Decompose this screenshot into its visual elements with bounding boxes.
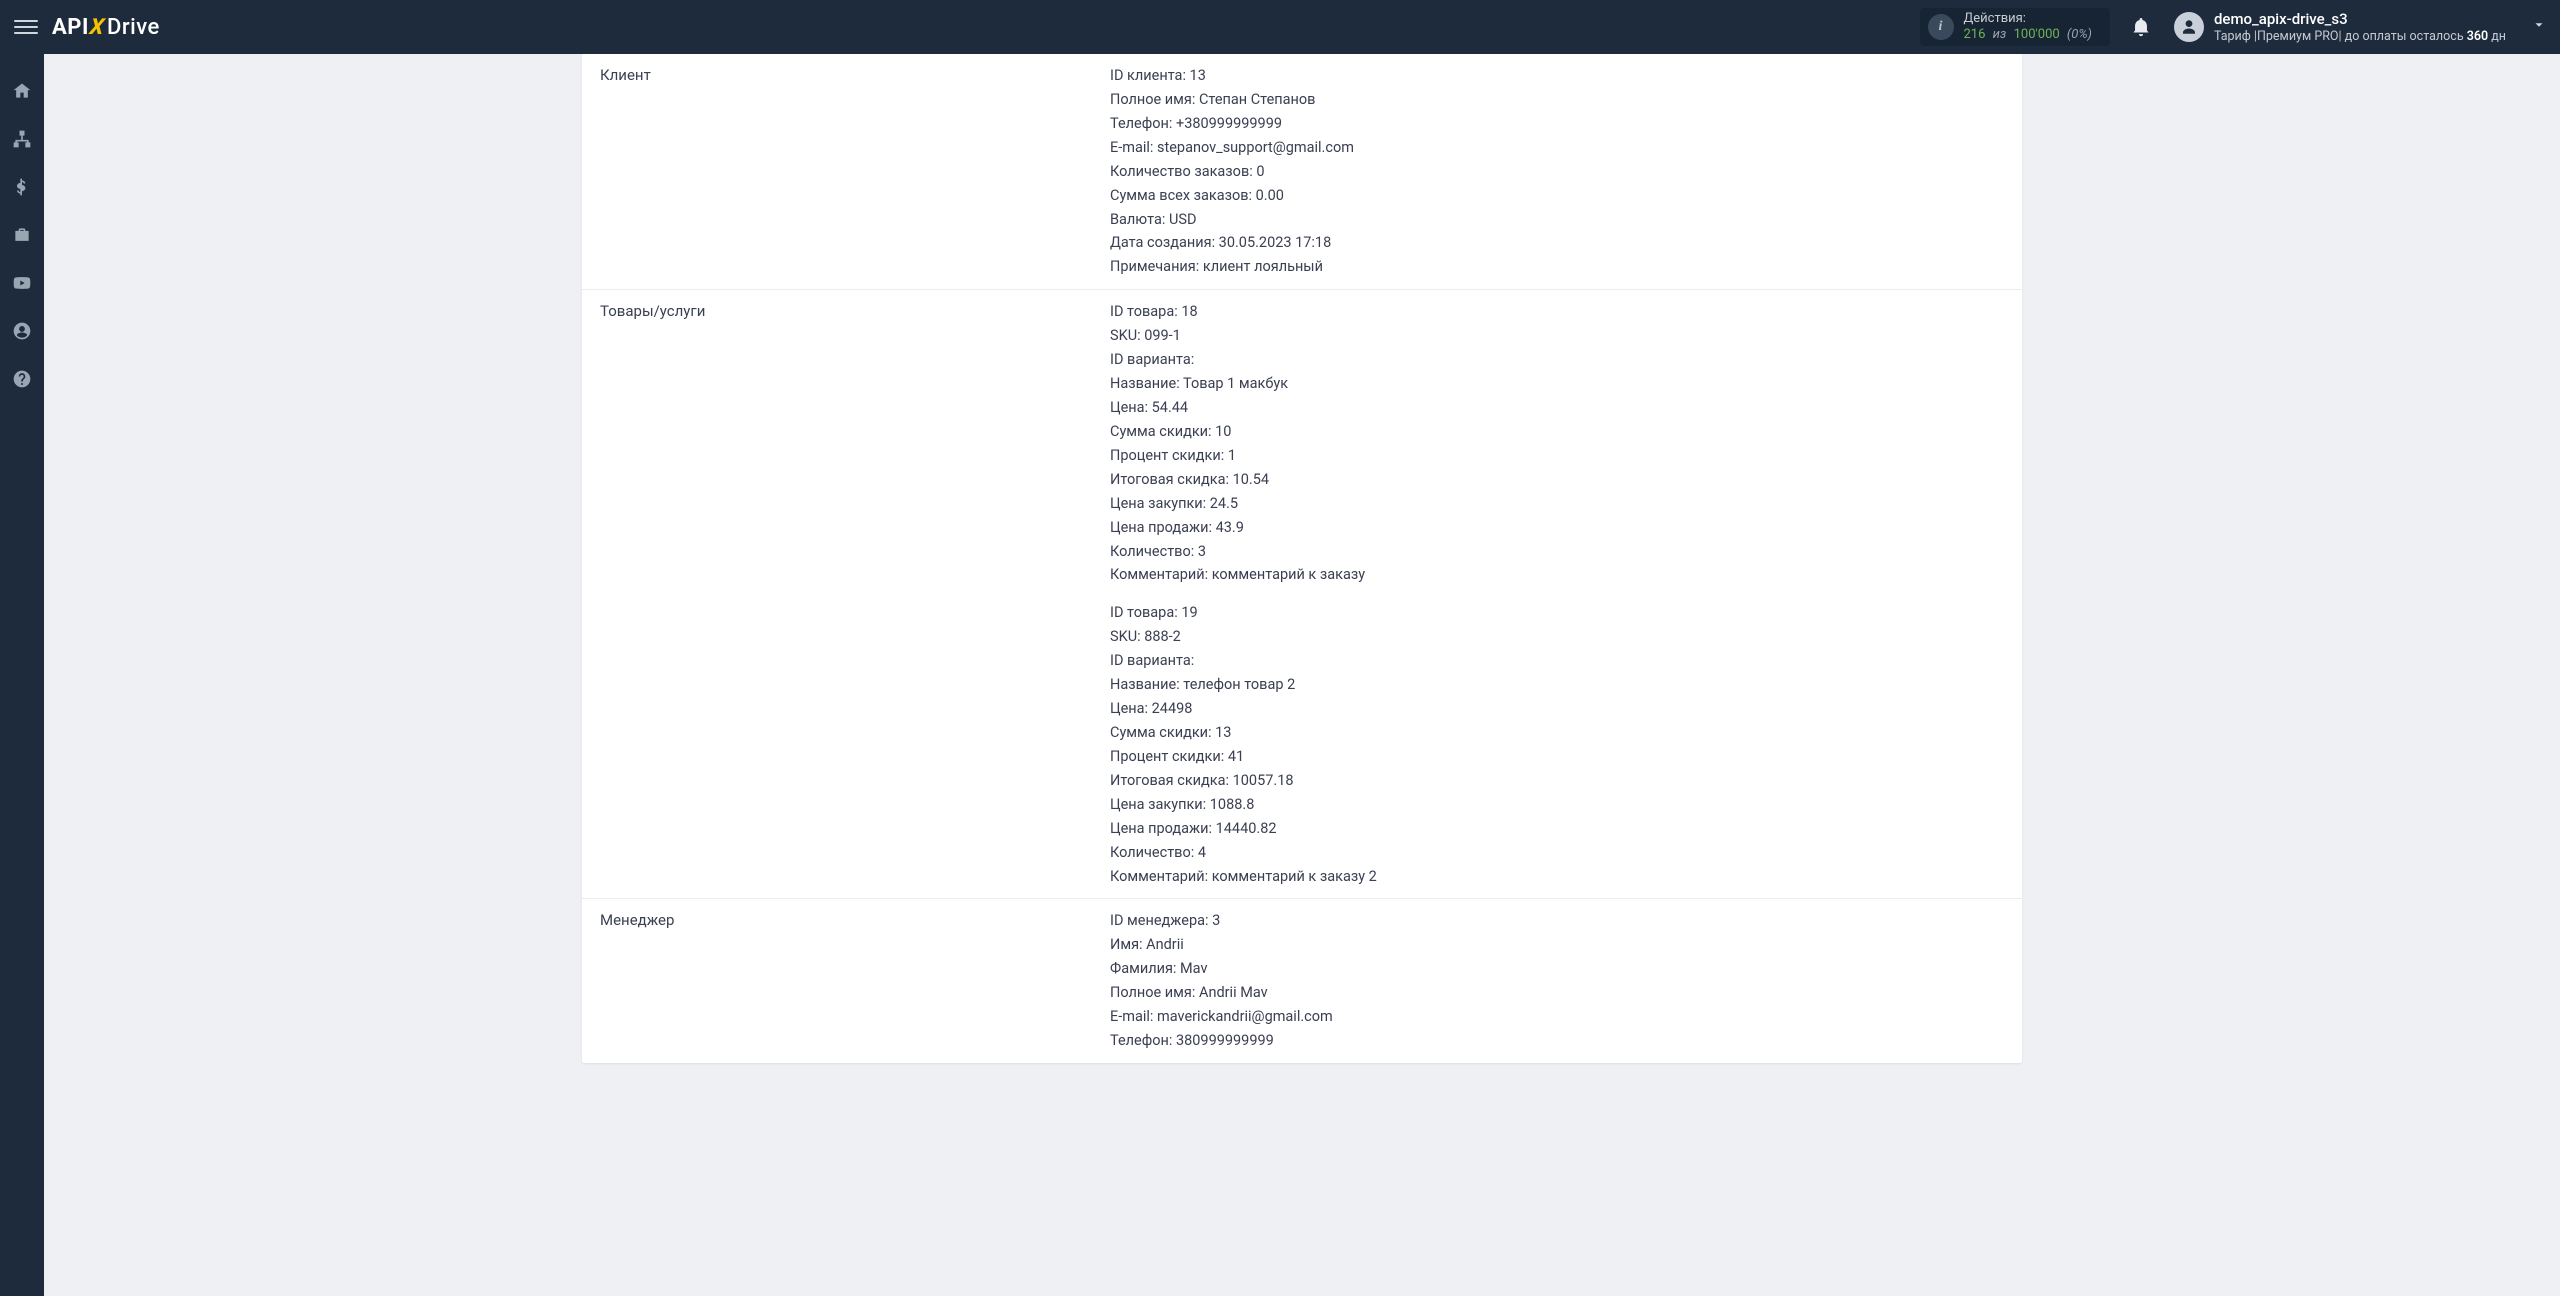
notifications-button[interactable]	[2130, 16, 2152, 38]
user-menu[interactable]: demo_apix-drive_s3 Тариф |Премиум PRO| д…	[2174, 10, 2546, 44]
row-value: ID товара: 18 SKU: 099-1 ID варианта: На…	[1110, 300, 2004, 888]
app-header: API X Drive i Действия: 216 из 100'000 (…	[0, 0, 2560, 54]
actions-pct: (0%)	[2067, 27, 2092, 42]
row-value: ID менеджера: 3 Имя: Andrii Фамилия: Mav…	[1110, 909, 2004, 1053]
main-content: Клиент ID клиента: 13 Полное имя: Степан…	[44, 54, 2560, 1296]
logo-text-a: API	[52, 15, 89, 40]
details-card: Клиент ID клиента: 13 Полное имя: Степан…	[582, 54, 2022, 1063]
row-label: Товары/услуги	[600, 300, 1110, 320]
info-icon: i	[1928, 14, 1954, 40]
user-text: demo_apix-drive_s3 Тариф |Премиум PRO| д…	[2214, 10, 2506, 44]
row-manager: Менеджер ID менеджера: 3 Имя: Andrii Фам…	[582, 899, 2022, 1063]
user-plan: Тариф |Премиум PRO| до оплаты осталось 3…	[2214, 29, 2506, 45]
youtube-icon	[12, 273, 32, 293]
actions-current: 216	[1964, 27, 1986, 42]
actions-text: Действия: 216 из 100'000 (0%)	[1964, 11, 2092, 44]
home-icon	[12, 81, 32, 101]
user-circle-icon	[12, 321, 32, 341]
sidebar-item-connections[interactable]	[0, 120, 44, 158]
actions-label: Действия:	[1964, 11, 2092, 27]
row-label: Клиент	[600, 64, 1110, 84]
row-products: Товары/услуги ID товара: 18 SKU: 099-1 I…	[582, 290, 2022, 899]
sidebar-item-help[interactable]	[0, 360, 44, 398]
logo-x: X	[88, 15, 106, 40]
sidebar-nav	[0, 54, 44, 1296]
sidebar-item-videos[interactable]	[0, 264, 44, 302]
user-icon	[2180, 18, 2198, 36]
app-logo[interactable]: API X Drive	[52, 15, 160, 40]
actions-max: 100'000	[2014, 27, 2060, 42]
bell-icon	[2130, 16, 2152, 38]
user-name: demo_apix-drive_s3	[2214, 10, 2506, 29]
sidebar-item-billing[interactable]	[0, 168, 44, 206]
row-label: Менеджер	[600, 909, 1110, 929]
sidebar-item-home[interactable]	[0, 72, 44, 110]
help-icon	[12, 369, 32, 389]
menu-toggle-button[interactable]	[14, 15, 38, 39]
sitemap-icon	[12, 129, 32, 149]
chevron-down-icon	[2532, 18, 2546, 36]
actions-counter[interactable]: i Действия: 216 из 100'000 (0%)	[1920, 8, 2110, 47]
dollar-icon	[12, 177, 32, 197]
sidebar-item-toolbox[interactable]	[0, 216, 44, 254]
logo-text-b: Drive	[107, 15, 160, 40]
row-client: Клиент ID клиента: 13 Полное имя: Степан…	[582, 54, 2022, 290]
sidebar-item-account[interactable]	[0, 312, 44, 350]
actions-sep: из	[1993, 27, 2007, 42]
row-value: ID клиента: 13 Полное имя: Степан Степан…	[1110, 64, 2004, 279]
briefcase-icon	[12, 225, 32, 245]
avatar	[2174, 12, 2204, 42]
